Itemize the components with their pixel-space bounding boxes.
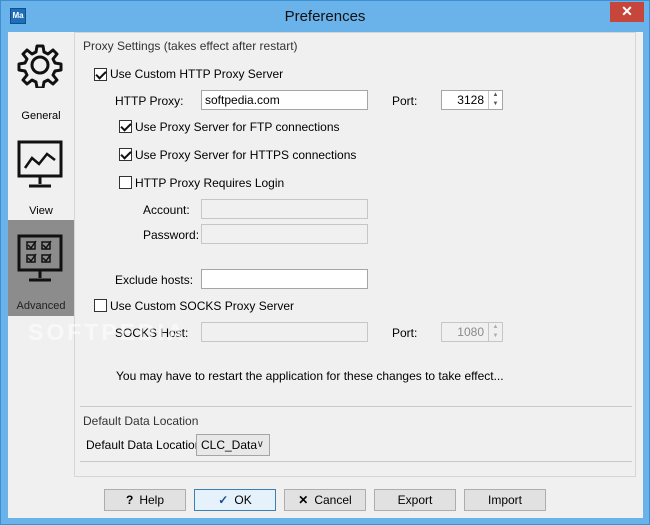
sidebar-item-general[interactable]: General [8,32,74,128]
exclude-hosts-input[interactable] [201,269,368,289]
group-divider [80,461,632,462]
data-location-group-title: Default Data Location [83,414,199,428]
password-input[interactable] [201,224,368,244]
window-title: Preferences [284,8,366,25]
spin-arrows-icon[interactable]: ▲ ▼ [488,91,502,109]
cancel-button-label: Cancel [314,493,352,507]
ok-button-label: OK [234,493,252,507]
use-socks-proxy-label: Use Custom SOCKS Proxy Server [110,299,295,313]
checklist-monitor-icon [17,234,63,282]
title-bar: Ma Preferences ✕ [1,1,649,32]
close-icon: ✕ [298,493,309,507]
preferences-window: Ma Preferences ✕ General View Advanced P… [0,0,650,525]
ftp-proxy-checkbox[interactable] [119,120,132,133]
data-location-value: CLC_Data [201,438,258,452]
import-button[interactable]: Import [464,489,546,511]
sidebar: General View Advanced [8,32,74,477]
proxy-login-checkbox[interactable] [119,176,132,189]
monitor-chart-icon [17,140,63,188]
sidebar-label-advanced: Advanced [16,300,66,312]
data-location-label: Default Data Location: [86,438,205,452]
account-input[interactable] [201,199,368,219]
sidebar-label-view: View [29,205,53,217]
proxy-login-label: HTTP Proxy Requires Login [135,176,285,190]
data-location-select[interactable]: CLC_Data ∨ [196,434,270,456]
chevron-down-icon: ∨ [256,439,264,450]
socks-port-value: 1080 [457,325,484,339]
https-proxy-checkbox[interactable] [119,148,132,161]
help-button[interactable]: ? Help [104,489,186,511]
use-http-proxy-label: Use Custom HTTP Proxy Server [110,67,284,81]
dialog-body: General View Advanced Proxy Settings (ta… [8,32,643,518]
socks-port-stepper[interactable]: 1080 ▲ ▼ [441,322,503,342]
advanced-settings-panel: Proxy Settings (takes effect after resta… [74,32,636,477]
help-button-label: Help [139,493,165,507]
close-button[interactable]: ✕ [610,2,644,22]
http-proxy-input[interactable]: softpedia.com [201,90,368,110]
close-icon: ✕ [621,3,633,19]
restart-note: You may have to restart the application … [116,369,504,383]
use-socks-proxy-checkbox[interactable] [94,299,107,312]
socks-port-label: Port: [392,326,418,340]
sidebar-item-view[interactable]: View [8,128,74,224]
ok-button[interactable]: ✓ OK [194,489,276,511]
account-label: Account: [143,203,190,217]
gear-icon [17,44,63,88]
port-label: Port: [392,94,418,108]
proxy-group-title: Proxy Settings (takes effect after resta… [83,39,298,53]
socks-host-label: SOCKS Host: [115,326,189,340]
sidebar-label-general: General [21,110,61,122]
import-button-label: Import [487,493,522,507]
https-proxy-label: Use Proxy Server for HTTPS connections [135,148,357,162]
http-port-value: 3128 [457,93,484,107]
ftp-proxy-label: Use Proxy Server for FTP connections [135,120,340,134]
export-button-label: Export [397,493,433,507]
socks-host-input[interactable] [201,322,368,342]
sidebar-item-advanced[interactable]: Advanced [8,220,74,316]
cancel-button[interactable]: ✕ Cancel [284,489,366,511]
group-divider [80,406,632,407]
spin-arrows-icon[interactable]: ▲ ▼ [488,323,502,341]
http-port-stepper[interactable]: 3128 ▲ ▼ [441,90,503,110]
password-label: Password: [143,228,200,242]
checkmark-icon: ✓ [218,493,229,507]
http-proxy-label: HTTP Proxy: [115,94,184,108]
help-icon: ? [125,493,134,507]
use-http-proxy-checkbox[interactable] [94,68,107,81]
exclude-hosts-label: Exclude hosts: [115,273,194,287]
export-button[interactable]: Export [374,489,456,511]
